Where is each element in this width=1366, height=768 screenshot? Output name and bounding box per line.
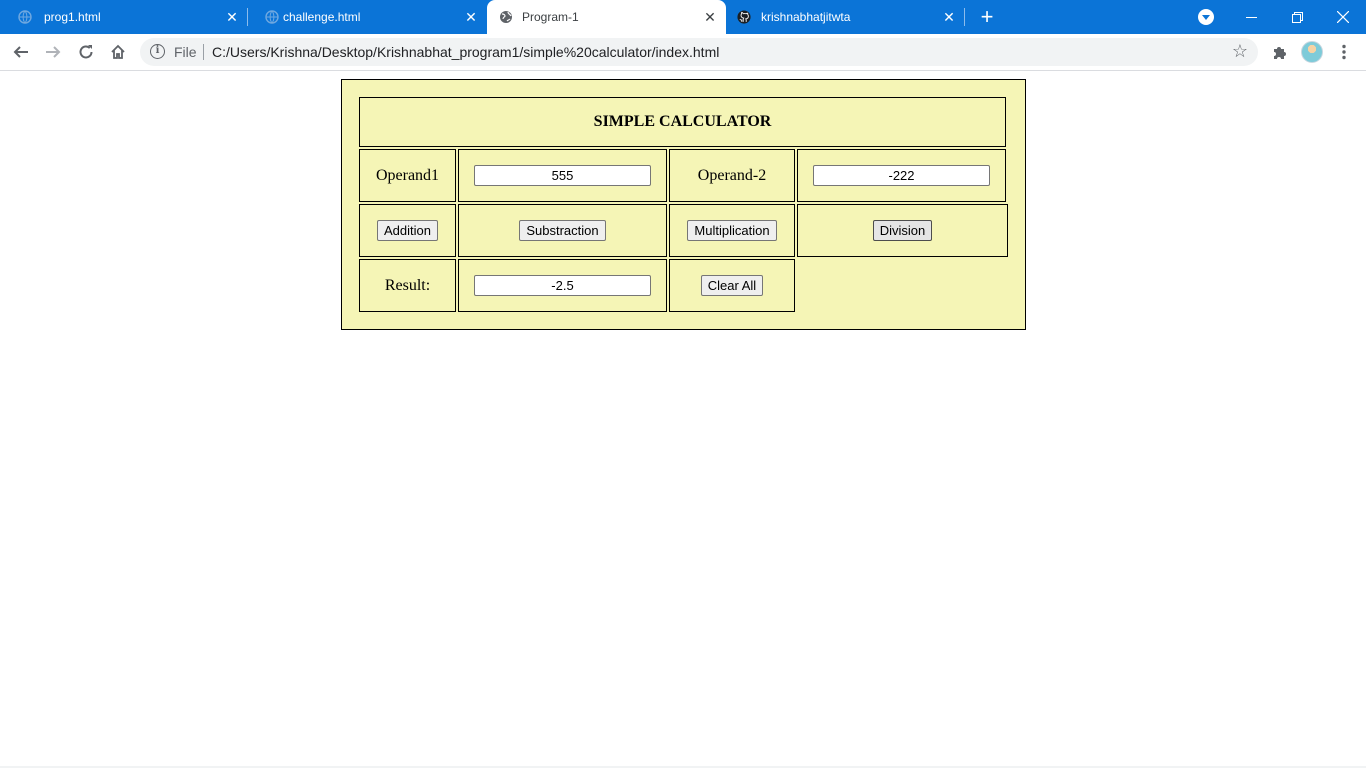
tab-prog1[interactable]: prog1.html ✕: [0, 0, 247, 34]
home-button[interactable]: [105, 39, 131, 65]
calculator-title: SIMPLE CALCULATOR: [359, 97, 1006, 147]
operand1-cell: [458, 149, 667, 202]
restore-icon: [1291, 11, 1303, 23]
browser-toolbar: i File C:/Users/Krishna/Desktop/Krishnab…: [0, 34, 1366, 71]
globe-icon: [265, 10, 279, 24]
close-window-button[interactable]: [1320, 0, 1366, 34]
globe-icon: [500, 11, 512, 23]
result-input[interactable]: [474, 275, 651, 296]
tab-challenge[interactable]: challenge.html ✕: [247, 0, 487, 34]
address-divider: [203, 44, 204, 60]
reload-icon: [79, 45, 93, 59]
multiplication-cell: Multiplication: [669, 204, 795, 257]
tab-search-dropdown-icon[interactable]: [1198, 9, 1214, 25]
restore-button[interactable]: [1274, 0, 1320, 34]
tab-program-1[interactable]: Program-1 ✕: [487, 0, 726, 34]
new-tab-button[interactable]: +: [976, 6, 998, 29]
operand1-label: Operand1: [359, 149, 456, 202]
subtraction-button[interactable]: Substraction: [519, 220, 606, 241]
back-button[interactable]: [8, 39, 34, 65]
extensions-button[interactable]: [1267, 39, 1293, 65]
github-icon: [737, 10, 751, 24]
tab-separator: [964, 8, 965, 26]
clear-cell: Clear All: [669, 259, 795, 312]
minimize-button[interactable]: [1228, 0, 1274, 34]
tab-title: prog1.html: [44, 10, 101, 24]
operand2-cell: [797, 149, 1006, 202]
forward-button[interactable]: [40, 39, 66, 65]
back-arrow-icon: [13, 46, 28, 58]
profile-avatar[interactable]: [1301, 41, 1323, 63]
tab-title: krishnabhatjitwta: [761, 10, 851, 24]
url-text[interactable]: C:/Users/Krishna/Desktop/Krishnabhat_pro…: [212, 44, 719, 60]
address-bar[interactable]: i File C:/Users/Krishna/Desktop/Krishnab…: [140, 38, 1258, 66]
home-icon: [111, 44, 125, 59]
clear-all-button[interactable]: Clear All: [700, 275, 764, 296]
operand2-input[interactable]: [813, 165, 990, 186]
scheme-label: File: [174, 44, 197, 60]
close-icon: [1337, 11, 1349, 23]
bookmark-star-icon[interactable]: ☆: [1232, 41, 1248, 62]
division-cell: Division: [797, 204, 1008, 257]
close-tab-icon[interactable]: ✕: [224, 9, 240, 25]
kebab-menu-icon: [1342, 44, 1346, 60]
subtraction-cell: Substraction: [458, 204, 667, 257]
tab-github[interactable]: krishnabhatjitwta ✕: [726, 0, 966, 34]
operand1-input[interactable]: [474, 165, 651, 186]
result-cell: [458, 259, 667, 312]
calculator-table: SIMPLE CALCULATOR Operand1 Operand-2 Add…: [341, 79, 1026, 330]
browser-tab-strip: prog1.html ✕ challenge.html ✕ Program-1 …: [0, 0, 1366, 34]
addition-button[interactable]: Addition: [377, 220, 438, 241]
division-button[interactable]: Division: [872, 220, 933, 241]
tab-title: challenge.html: [283, 10, 361, 24]
page-content: SIMPLE CALCULATOR Operand1 Operand-2 Add…: [0, 71, 1366, 768]
tab-title: Program-1: [522, 10, 579, 24]
close-tab-icon[interactable]: ✕: [702, 9, 718, 25]
globe-icon: [18, 10, 32, 24]
result-label: Result:: [359, 259, 456, 312]
puzzle-icon: [1274, 47, 1286, 59]
close-tab-icon[interactable]: ✕: [941, 9, 957, 25]
operand2-label: Operand-2: [669, 149, 795, 202]
minimize-icon: [1245, 16, 1257, 18]
info-icon[interactable]: i: [150, 44, 165, 59]
addition-cell: Addition: [359, 204, 456, 257]
menu-button[interactable]: [1331, 39, 1357, 65]
forward-arrow-icon: [46, 46, 61, 58]
multiplication-button[interactable]: Multiplication: [687, 220, 777, 241]
close-tab-icon[interactable]: ✕: [463, 9, 479, 25]
reload-button[interactable]: [73, 39, 99, 65]
